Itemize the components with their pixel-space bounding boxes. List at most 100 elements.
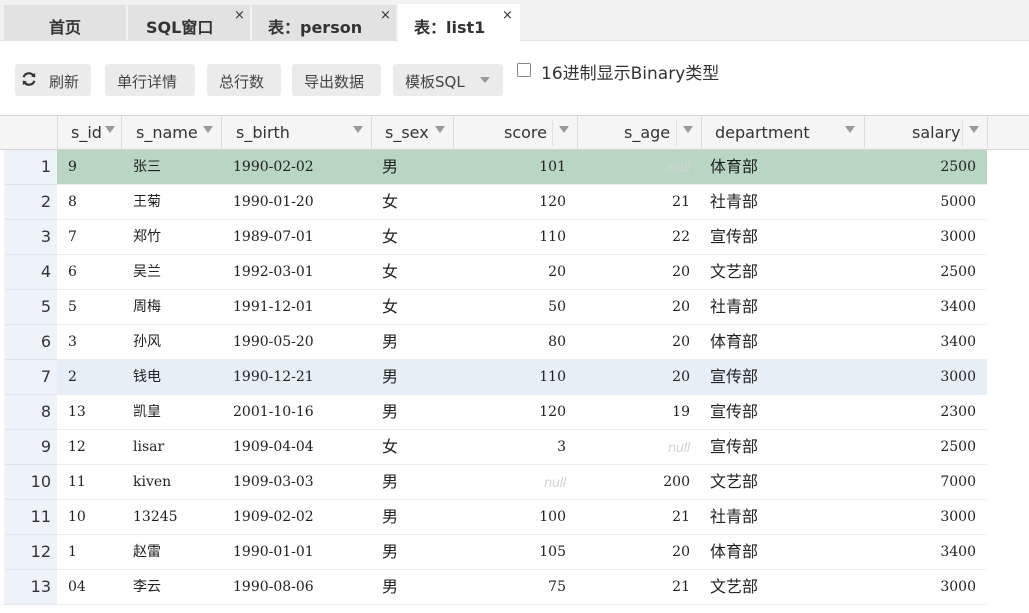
cell-score[interactable]: 80 [548, 325, 566, 359]
column-filter-icon[interactable] [435, 126, 445, 133]
cell-salary[interactable]: 5000 [940, 185, 976, 219]
cell-salary[interactable]: 3400 [940, 325, 976, 359]
cell-s-age[interactable]: 20 [672, 290, 690, 324]
row-number[interactable]: 3 [4, 220, 57, 255]
cell-score[interactable]: null [544, 465, 566, 499]
cell-s-name[interactable]: 钱电 [133, 360, 229, 394]
cell-s-sex[interactable]: 男 [382, 395, 442, 429]
tab-home[interactable]: 首页 [4, 5, 126, 41]
column-header-score[interactable]: score [454, 116, 578, 150]
cell-department[interactable]: 社青部 [710, 500, 850, 534]
cell-s-sex[interactable]: 男 [382, 465, 442, 499]
table-row[interactable]: 9 12 lisar 1909-04-04 女 3 null 宣传部 2500 [0, 430, 1029, 465]
cell-department[interactable]: 社青部 [710, 290, 850, 324]
cell-s-birth[interactable]: 1909-04-04 [233, 430, 373, 464]
cell-salary[interactable]: 3000 [940, 500, 976, 534]
cell-s-age[interactable]: 21 [672, 185, 690, 219]
cell-score[interactable]: 50 [548, 290, 566, 324]
column-filter-icon[interactable] [683, 126, 693, 133]
cell-s-id[interactable]: 3 [68, 325, 128, 359]
table-row[interactable]: 4 6 吴兰 1992-03-01 女 20 20 文艺部 2500 [0, 255, 1029, 290]
cell-s-birth[interactable]: 1990-01-01 [233, 535, 373, 569]
cell-s-id[interactable]: 7 [68, 220, 128, 254]
cell-s-name[interactable]: 张三 [133, 150, 229, 184]
column-header-salary[interactable]: salary [865, 116, 988, 150]
cell-s-name[interactable]: lisar [133, 430, 229, 464]
cell-department[interactable]: 体育部 [710, 535, 850, 569]
column-header-s_id[interactable]: s_id [58, 116, 122, 150]
cell-s-name[interactable]: 周梅 [133, 290, 229, 324]
row-number[interactable]: 10 [4, 465, 57, 500]
cell-s-age[interactable]: 20 [672, 325, 690, 359]
cell-s-name[interactable]: 孙风 [133, 325, 229, 359]
cell-s-age[interactable]: 21 [672, 500, 690, 534]
column-header-s_name[interactable]: s_name [122, 116, 222, 150]
export-data-button[interactable]: 导出数据 [292, 64, 381, 96]
cell-s-name[interactable]: 郑竹 [133, 220, 229, 254]
cell-department[interactable]: 社青部 [710, 185, 850, 219]
row-detail-button[interactable]: 单行详情 [105, 64, 195, 96]
column-filter-icon[interactable] [203, 126, 213, 133]
cell-s-id[interactable]: 04 [68, 570, 128, 604]
cell-score[interactable]: 105 [539, 535, 566, 569]
cell-s-id[interactable]: 11 [68, 465, 128, 499]
table-row[interactable]: 6 3 孙风 1990-05-20 男 80 20 体育部 3400 [0, 325, 1029, 360]
cell-s-id[interactable]: 13 [68, 395, 128, 429]
cell-s-id[interactable]: 12 [68, 430, 128, 464]
cell-department[interactable]: 体育部 [710, 150, 850, 184]
cell-s-birth[interactable]: 1992-03-01 [233, 255, 373, 289]
cell-salary[interactable]: 3000 [940, 220, 976, 254]
cell-s-name[interactable]: 赵雷 [133, 535, 229, 569]
cell-s-birth[interactable]: 1989-07-01 [233, 220, 373, 254]
cell-s-birth[interactable]: 1990-01-20 [233, 185, 373, 219]
cell-score[interactable]: 101 [539, 150, 566, 184]
cell-s-age[interactable]: 22 [672, 220, 690, 254]
cell-salary[interactable]: 2500 [940, 255, 976, 289]
cell-s-age[interactable]: 20 [672, 255, 690, 289]
table-row[interactable]: 12 1 赵雷 1990-01-01 男 105 20 体育部 3400 [0, 535, 1029, 570]
cell-s-birth[interactable]: 2001-10-16 [233, 395, 373, 429]
cell-score[interactable]: 75 [548, 570, 566, 604]
tab-list1[interactable]: 表：list1 × [398, 4, 520, 41]
column-filter-icon[interactable] [969, 126, 979, 133]
column-header-s_birth[interactable]: s_birth [222, 116, 372, 150]
row-number[interactable]: 6 [4, 325, 57, 360]
cell-s-birth[interactable]: 1909-02-02 [233, 500, 373, 534]
row-number[interactable]: 8 [4, 395, 57, 430]
cell-score[interactable]: 110 [539, 360, 566, 394]
cell-s-sex[interactable]: 男 [382, 325, 442, 359]
table-row[interactable]: 3 7 郑竹 1989-07-01 女 110 22 宣传部 3000 [0, 220, 1029, 255]
row-number[interactable]: 4 [4, 255, 57, 290]
cell-s-age[interactable]: 19 [672, 395, 690, 429]
row-number[interactable]: 5 [4, 290, 57, 325]
table-row[interactable]: 13 04 李云 1990-08-06 男 75 21 文艺部 3000 [0, 570, 1029, 605]
cell-s-id[interactable]: 6 [68, 255, 128, 289]
cell-department[interactable]: 文艺部 [710, 465, 850, 499]
column-filter-icon[interactable] [559, 126, 569, 133]
cell-s-sex[interactable]: 女 [382, 255, 442, 289]
table-row[interactable]: 2 8 王菊 1990-01-20 女 120 21 社青部 5000 [0, 185, 1029, 220]
cell-department[interactable]: 文艺部 [710, 570, 850, 604]
total-rows-button[interactable]: 总行数 [207, 64, 281, 96]
cell-s-id[interactable]: 2 [68, 360, 128, 394]
column-header-s_age[interactable]: s_age [578, 116, 702, 150]
cell-s-id[interactable]: 5 [68, 290, 128, 324]
row-number[interactable]: 1 [4, 150, 57, 185]
table-row[interactable]: 10 11 kiven 1909-03-03 男 null 200 文艺部 7000 [0, 465, 1029, 500]
cell-department[interactable]: 宣传部 [710, 430, 850, 464]
cell-s-age[interactable]: 20 [672, 535, 690, 569]
cell-s-birth[interactable]: 1990-12-21 [233, 360, 373, 394]
column-filter-icon[interactable] [105, 126, 115, 133]
close-icon[interactable]: × [234, 8, 245, 23]
row-number[interactable]: 2 [4, 185, 57, 220]
cell-score[interactable]: 120 [539, 395, 566, 429]
table-row[interactable]: 8 13 凯皇 2001-10-16 男 120 19 宣传部 2300 [0, 395, 1029, 430]
cell-s-name[interactable]: 凯皇 [133, 395, 229, 429]
column-filter-icon[interactable] [353, 126, 363, 133]
cell-s-id[interactable]: 8 [68, 185, 128, 219]
cell-s-sex[interactable]: 男 [382, 150, 442, 184]
template-sql-dropdown[interactable]: 模板SQL [393, 64, 503, 96]
row-number[interactable]: 7 [4, 360, 57, 395]
cell-s-birth[interactable]: 1990-02-02 [233, 150, 373, 184]
table-row[interactable]: 5 5 周梅 1991-12-01 女 50 20 社青部 3400 [0, 290, 1029, 325]
